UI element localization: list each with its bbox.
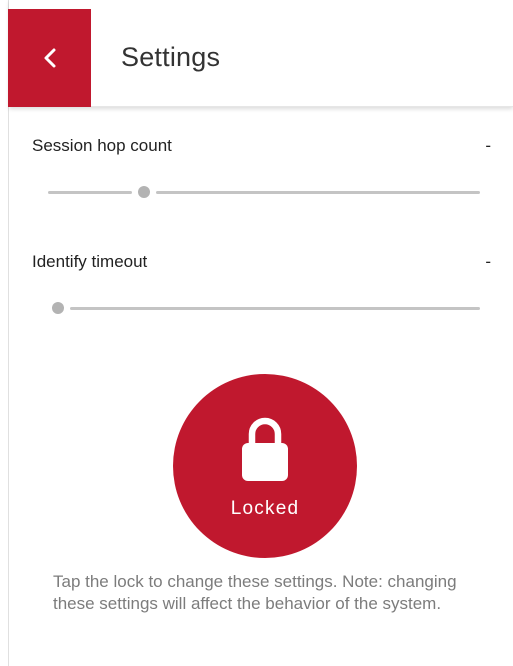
session-hop-count-slider[interactable] <box>48 184 480 200</box>
lock-status-label: Locked <box>230 498 300 519</box>
lock-icon <box>240 415 290 481</box>
back-button[interactable] <box>8 9 91 107</box>
identify-timeout-slider[interactable] <box>48 300 480 316</box>
app-header: Settings <box>8 0 513 107</box>
lock-button[interactable]: Locked <box>173 374 357 558</box>
slider-track <box>70 307 480 310</box>
slider-track <box>156 191 480 194</box>
page-title: Settings <box>121 42 221 72</box>
session-hop-count-value: - <box>485 136 491 155</box>
slider-track-filled <box>48 191 132 194</box>
lock-note: Tap the lock to change these settings. N… <box>53 572 457 613</box>
identify-timeout-label: Identify timeout <box>32 252 148 271</box>
session-hop-count-label: Session hop count <box>32 136 172 155</box>
chevron-left-icon <box>43 47 57 69</box>
identify-timeout-value: - <box>485 252 491 271</box>
slider-thumb[interactable] <box>52 302 64 314</box>
slider-thumb[interactable] <box>138 186 150 198</box>
